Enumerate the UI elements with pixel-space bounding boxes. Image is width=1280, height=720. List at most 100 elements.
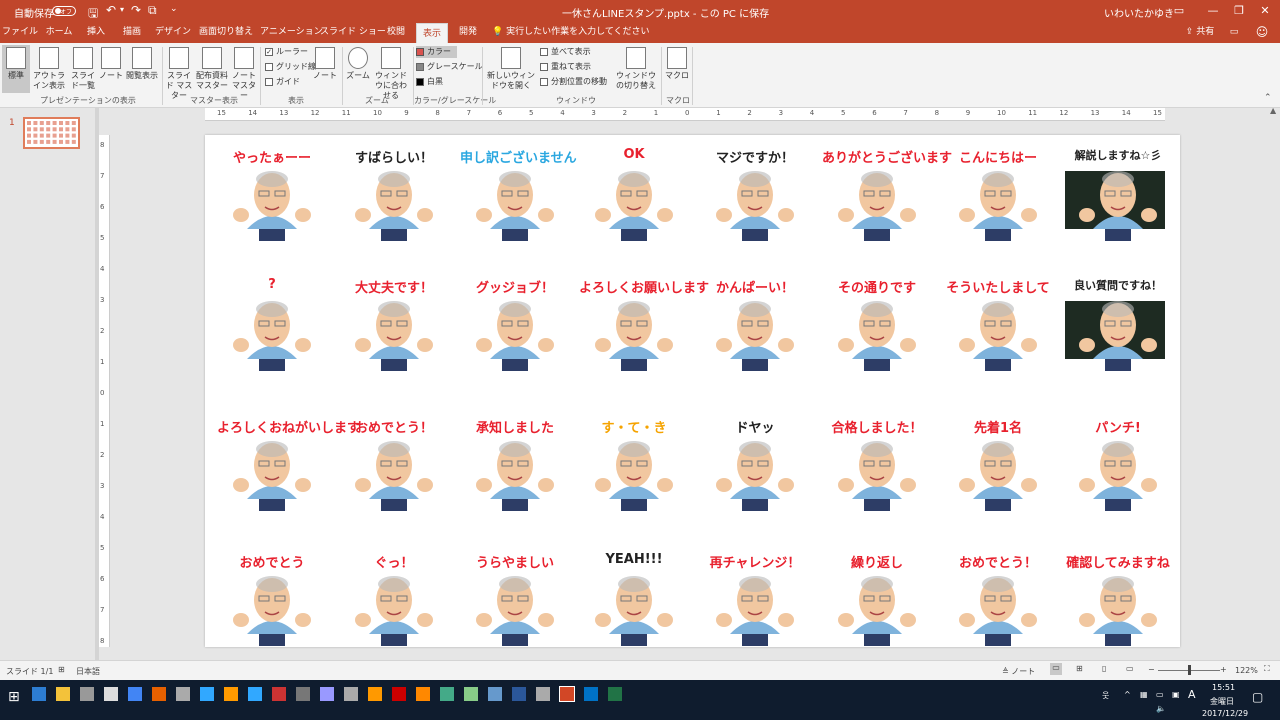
normal-view-button[interactable]: 標準: [2, 45, 30, 93]
tab-design[interactable]: デザイン: [152, 22, 194, 43]
premiere-icon[interactable]: [320, 687, 334, 701]
excel-icon[interactable]: [608, 687, 622, 701]
sticker[interactable]: おめでとう: [217, 550, 327, 650]
sticker[interactable]: パンチ!: [1063, 415, 1173, 515]
scroll-up-icon[interactable]: ▲: [1270, 106, 1276, 115]
powerpoint-icon[interactable]: [559, 686, 575, 702]
zoom-in-icon[interactable]: +: [1220, 665, 1227, 674]
reading-view-status-icon[interactable]: ▯: [1102, 664, 1106, 673]
app-icon[interactable]: [536, 687, 550, 701]
windows-start-icon[interactable]: ⊞: [8, 689, 20, 705]
sticker[interactable]: よろしくおねがいします: [217, 415, 360, 515]
sticker[interactable]: 承知しました: [460, 415, 570, 515]
ime-mode-icon[interactable]: A: [1188, 688, 1196, 701]
sticker[interactable]: 解説しますね☆彡: [1063, 145, 1173, 245]
zoom-out-icon[interactable]: −: [1148, 665, 1155, 674]
sticker[interactable]: ドヤッ: [700, 415, 810, 515]
lightroom-icon[interactable]: [248, 687, 262, 701]
sticker[interactable]: ありがとうございます: [822, 145, 952, 245]
fit-slide-icon[interactable]: ⛶: [1264, 664, 1270, 674]
color-button[interactable]: カラー: [416, 46, 457, 58]
grayscale-button[interactable]: グレースケール: [416, 61, 483, 73]
zoom-slider-thumb[interactable]: [1188, 665, 1191, 675]
clock-time[interactable]: 15:51: [1212, 683, 1235, 692]
sticker[interactable]: 合格しました！: [822, 415, 932, 515]
share-button[interactable]: ⇪ 共有: [1180, 22, 1220, 43]
tab-view[interactable]: 表示: [416, 23, 448, 43]
zoom-button[interactable]: ズーム: [345, 45, 371, 93]
notes-button[interactable]: ノート: [312, 45, 338, 93]
sticker[interactable]: 確認してみますね: [1063, 550, 1173, 650]
zoom-level[interactable]: 122%: [1235, 666, 1258, 675]
notes-master-button[interactable]: ノート マスター: [230, 45, 258, 100]
tab-slideshow[interactable]: スライド ショー: [320, 22, 386, 43]
mail-icon[interactable]: [104, 687, 118, 701]
sticker[interactable]: YEAH!!!: [579, 550, 689, 650]
sticker[interactable]: 申し訳ございません: [460, 145, 577, 245]
store-icon[interactable]: [80, 687, 94, 701]
app-icon[interactable]: [488, 687, 502, 701]
sticker[interactable]: 再チャレンジ！: [700, 550, 810, 650]
horizontal-ruler[interactable]: 15 14 13 12 11 10 9 8 7 6 5 4 3 2 1 0 1 2 3 4 5 6 7 8 9 10 11 12 13 1…: [205, 108, 1165, 121]
tab-review[interactable]: 校閲: [378, 22, 414, 43]
notification-icon[interactable]: ▢: [1252, 690, 1263, 704]
chrome-icon[interactable]: [128, 687, 142, 701]
sticker[interactable]: OK: [579, 145, 689, 245]
sticker[interactable]: マジですか！: [700, 145, 810, 245]
sticker[interactable]: そういたしまして: [943, 275, 1053, 375]
slide-canvas[interactable]: やったぁーー すばらしい！ 申し訳ございません OK マジですか！ ありがとうございますこ…: [205, 135, 1180, 647]
photoshop-icon[interactable]: [200, 687, 214, 701]
edge-icon[interactable]: [32, 687, 46, 701]
slide-master-button[interactable]: スライド マスター: [165, 45, 193, 100]
tell-me-box[interactable]: 💡 実行したい作業を入力してください: [492, 22, 650, 43]
tab-file[interactable]: ファイル: [2, 22, 38, 43]
arrange-all-button[interactable]: 並べて表示: [540, 46, 591, 58]
smiley-icon[interactable]: ☺: [1252, 22, 1272, 43]
new-window-button[interactable]: 新しいウィンドウを開く: [485, 45, 537, 93]
sticker[interactable]: 繰り返し: [822, 550, 932, 650]
fit-to-window-button[interactable]: ウィンドウに合わせる: [372, 45, 410, 100]
sticker[interactable]: グッジョブ！: [460, 275, 570, 375]
guides-checkbox[interactable]: ガイド: [265, 76, 300, 88]
undo-dropdown-icon[interactable]: ▾: [120, 5, 124, 14]
sticker[interactable]: こんにちはー: [943, 145, 1053, 245]
people-icon[interactable]: 웃: [1102, 690, 1109, 701]
battery-icon[interactable]: ▭: [1156, 690, 1164, 699]
sticker[interactable]: よろしくお願いします: [579, 275, 709, 375]
tab-animations[interactable]: アニメーション: [260, 22, 323, 43]
network-icon[interactable]: ▦: [1140, 690, 1148, 699]
start-slideshow-icon[interactable]: ⧉: [148, 3, 157, 18]
word-icon[interactable]: [512, 687, 526, 701]
collapse-ribbon-icon[interactable]: ⌃: [1264, 93, 1272, 103]
comments-icon[interactable]: ▭: [1226, 22, 1242, 43]
vertical-ruler[interactable]: 8 7 6 5 4 3 2 1 0 1 2 3 4 5 6 7 8: [99, 135, 110, 647]
firefox-icon[interactable]: [152, 687, 166, 701]
sticker[interactable]: おめでとう！: [339, 415, 449, 515]
slideshow-status-icon[interactable]: ▭: [1126, 664, 1134, 673]
normal-view-status-icon[interactable]: ▭: [1050, 663, 1062, 675]
notes-page-button[interactable]: ノート: [99, 45, 123, 93]
slide-thumbnail[interactable]: [23, 117, 80, 149]
slide-sorter-button[interactable]: スライド一覧: [68, 45, 98, 93]
ime-icon[interactable]: ▣: [1172, 690, 1180, 699]
sticker[interactable]: かんぱーい！: [700, 275, 810, 375]
file-explorer-icon[interactable]: [56, 687, 70, 701]
sticker[interactable]: す・て・き: [579, 415, 689, 515]
reading-view-button[interactable]: 閲覧表示: [124, 45, 160, 93]
handout-master-button[interactable]: 配布資料マスター: [195, 45, 229, 93]
sticker[interactable]: その通りです: [822, 275, 932, 375]
app-icon[interactable]: [296, 687, 310, 701]
vertical-scrollbar[interactable]: ▲: [1268, 106, 1280, 660]
sticker[interactable]: 良い質問ですね！: [1063, 275, 1173, 375]
ruler-checkbox[interactable]: ✓ ルーラー: [265, 46, 308, 58]
sticker[interactable]: ?: [217, 275, 327, 375]
close-icon[interactable]: ✕: [1248, 0, 1280, 22]
illustrator-icon[interactable]: [224, 687, 238, 701]
accessibility-icon[interactable]: ⊞: [58, 665, 65, 674]
media-player-icon[interactable]: [368, 687, 382, 701]
sticker[interactable]: 先着1名: [943, 415, 1053, 515]
gridlines-checkbox[interactable]: グリッド線: [265, 61, 316, 73]
photos-icon[interactable]: [272, 687, 286, 701]
notes-toggle[interactable]: ≜ ノート: [1002, 666, 1035, 677]
tab-insert[interactable]: 挿入: [80, 22, 112, 43]
